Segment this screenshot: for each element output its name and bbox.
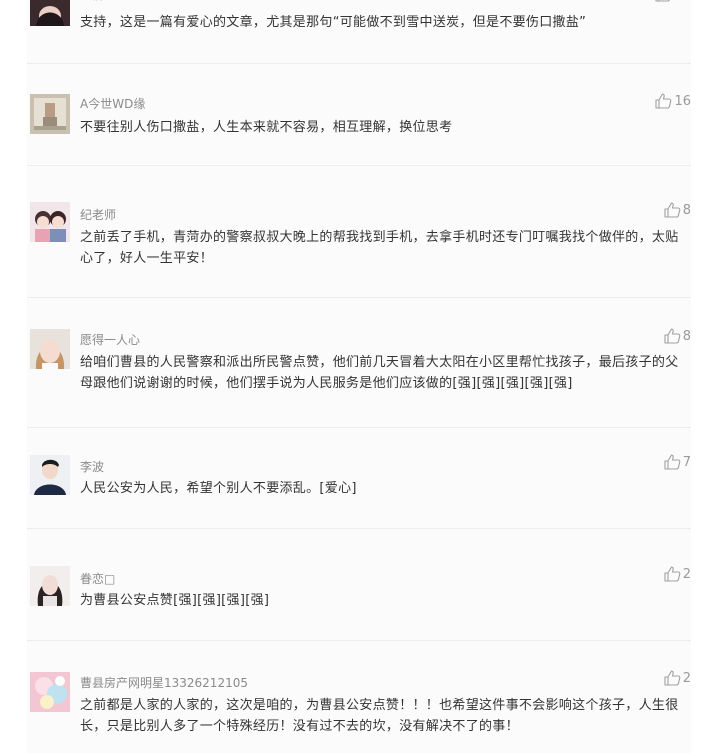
thumbs-up-icon bbox=[664, 328, 681, 344]
avatar[interactable] bbox=[30, 94, 70, 134]
like-count: 2 bbox=[682, 670, 691, 686]
like-button[interactable]: 7 bbox=[664, 454, 691, 470]
comment-text: 人民公安为人民，希望个别人不要添乱。[爱心] bbox=[80, 481, 357, 496]
avatar[interactable] bbox=[30, 566, 70, 606]
comment-item: 眷恋□ 2 为曹县公安点赞[强][强][强][强] bbox=[27, 529, 691, 641]
thumbs-up-icon bbox=[664, 670, 681, 686]
comment-text: 之前丢了手机，青菏办的警察叔叔大晚上的帮我找到手机，去拿手机时还专门叮嘱我找个做… bbox=[80, 230, 679, 266]
like-button[interactable]: 2 bbox=[664, 566, 691, 582]
like-count: 8 bbox=[682, 202, 691, 218]
like-button[interactable]: 8 bbox=[664, 328, 691, 344]
thumbs-up-icon bbox=[655, 93, 672, 109]
like-button[interactable]: 16 bbox=[655, 93, 691, 109]
comment-username[interactable]: 眷恋□ bbox=[80, 570, 115, 587]
comment-text: 为曹县公安点赞[强][强][强][强] bbox=[80, 593, 270, 608]
like-count: 7 bbox=[682, 454, 691, 470]
like-button[interactable]: 26 bbox=[655, 0, 691, 2]
like-count: 16 bbox=[674, 93, 691, 109]
comment-username[interactable]: A今世WD缘 bbox=[80, 95, 145, 112]
comment-username[interactable]: 纪老师 bbox=[80, 206, 116, 223]
comment-username[interactable]: 曹县房产网明星13326212105 bbox=[80, 674, 248, 691]
avatar[interactable] bbox=[30, 455, 70, 495]
like-count: 2 bbox=[682, 566, 691, 582]
comment-username[interactable]: 李波 bbox=[80, 458, 104, 475]
comment-item: A今世WD缘 16 不要往别人伤口撒盐，人生本来就不容易，相互理解，换位思考 bbox=[27, 64, 691, 166]
thumbs-up-icon bbox=[664, 454, 681, 470]
avatar[interactable] bbox=[30, 0, 70, 26]
comment-text: 支持，这是一篇有爱心的文章，尤其是那句“可能做不到雪中送炭，但是不要伤口撒盐” bbox=[80, 15, 587, 30]
comment-item: 李波 7 人民公安为人民，希望个别人不要添乱。[爱心] bbox=[27, 428, 691, 529]
thumbs-up-icon bbox=[655, 0, 671, 2]
comment-username[interactable]: 愿得一人心 bbox=[80, 331, 140, 348]
comment-list: 张倩 26 支持，这是一篇有爱心的文章，尤其是那句“可能做不到雪中送炭，但是不要… bbox=[0, 0, 720, 753]
thumbs-up-icon bbox=[664, 566, 681, 582]
comment-item: 张倩 26 支持，这是一篇有爱心的文章，尤其是那句“可能做不到雪中送炭，但是不要… bbox=[27, 0, 691, 64]
comment-text: 给咱们曹县的人民警察和派出所民警点赞，他们前几天冒着大太阳在小区里帮忙找孩子，最… bbox=[80, 355, 679, 391]
like-count: 26 bbox=[674, 0, 691, 2]
comment-text: 之前都是人家的人家的，这次是咱的，为曹县公安点赞！！！也希望这件事不会影响这个孩… bbox=[80, 698, 679, 734]
comment-text: 不要往别人伤口撒盐，人生本来就不容易，相互理解，换位思考 bbox=[80, 120, 453, 135]
comment-username[interactable]: 张倩 bbox=[80, 0, 104, 3]
comment-item: 愿得一人心 8 给咱们曹县的人民警察和派出所民警点赞，他们前几天冒着大太阳在小区… bbox=[27, 298, 691, 428]
like-button[interactable]: 8 bbox=[664, 202, 691, 218]
like-count: 8 bbox=[682, 328, 691, 344]
comment-item: 曹县房产网明星13326212105 2 之前都是人家的人家的，这次是咱的，为曹… bbox=[27, 641, 691, 753]
avatar[interactable] bbox=[30, 672, 70, 712]
comment-item: 纪老师 8 之前丢了手机，青菏办的警察叔叔大晚上的帮我找到手机，去拿手机时还专门… bbox=[27, 166, 691, 298]
like-button[interactable]: 2 bbox=[664, 670, 691, 686]
avatar[interactable] bbox=[30, 329, 70, 369]
avatar[interactable] bbox=[30, 202, 70, 242]
thumbs-up-icon bbox=[664, 202, 681, 218]
